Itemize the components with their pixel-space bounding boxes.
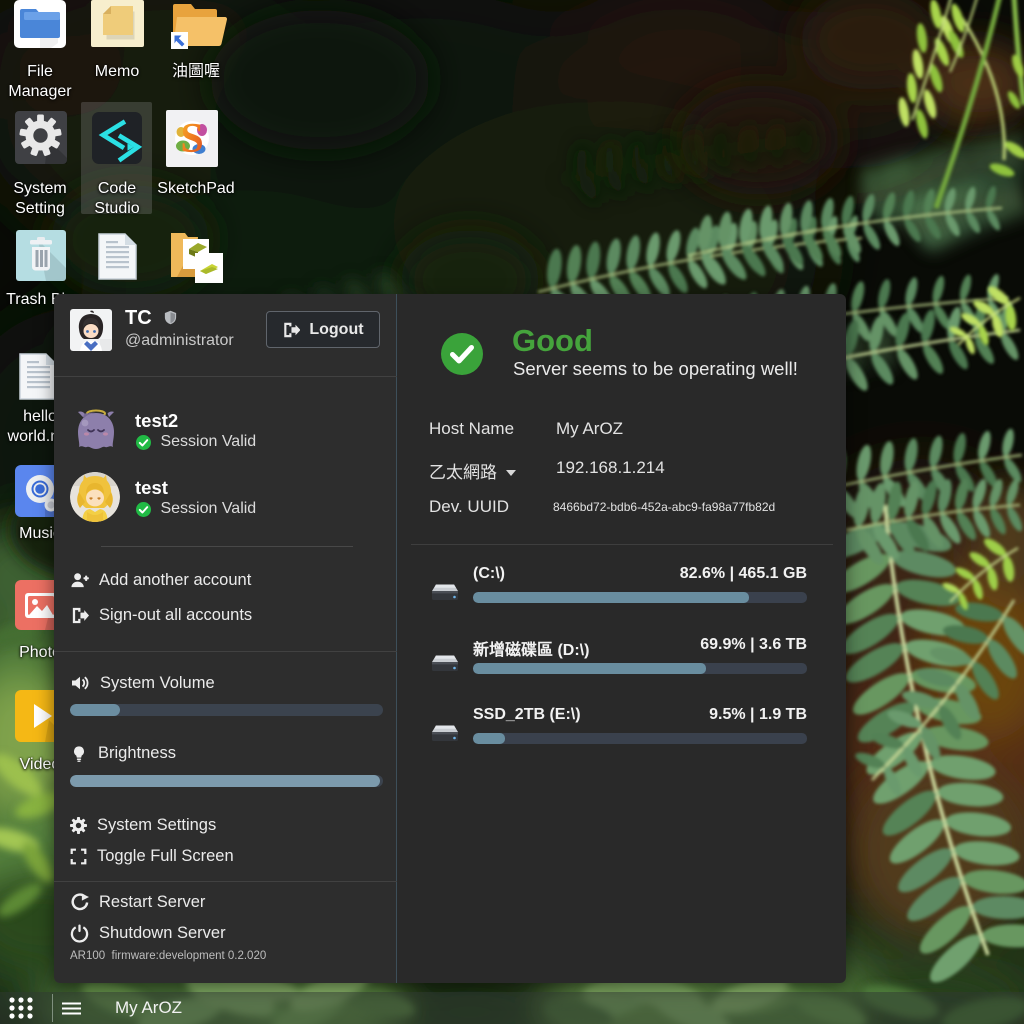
svg-text:S: S xyxy=(180,116,203,162)
